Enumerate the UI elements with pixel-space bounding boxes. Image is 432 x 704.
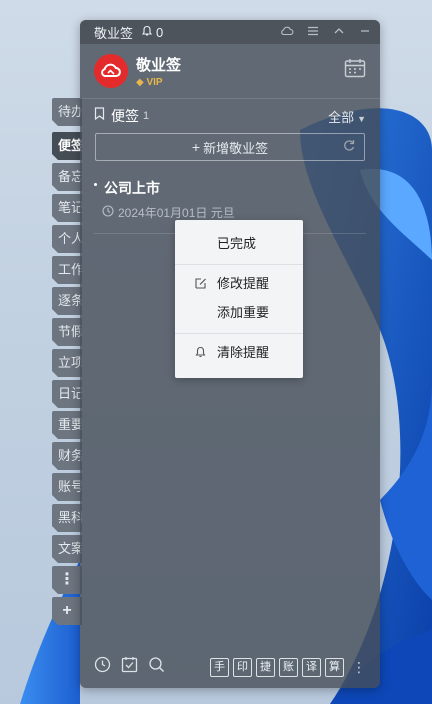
side-tab-12[interactable]: 财务 <box>52 442 82 470</box>
menu-icon[interactable] <box>306 25 320 40</box>
history-clock-icon[interactable] <box>94 656 111 678</box>
side-tab-4[interactable]: 笔记 <box>52 194 82 222</box>
bell-clear-icon <box>194 339 208 369</box>
app-name: 敬业签 <box>136 57 182 74</box>
shortcut-translate[interactable]: 译 <box>302 657 321 677</box>
new-note-button[interactable]: + 新增敬业签 <box>95 133 365 161</box>
side-tab-14[interactable]: 黑科 <box>52 504 82 532</box>
more-tabs-button[interactable]: ⋮ <box>52 566 82 594</box>
plus-icon: + <box>191 139 201 155</box>
add-tab-button[interactable]: + <box>52 597 82 625</box>
side-tab-2[interactable]: 便签 <box>52 132 82 160</box>
menu-separator <box>175 264 303 265</box>
cloud-logo-icon <box>101 63 121 77</box>
app-logo <box>94 54 128 88</box>
more-options-icon[interactable]: ⋮ <box>352 659 366 676</box>
side-tab-15[interactable]: 文案 <box>52 535 82 563</box>
edit-icon <box>194 270 208 300</box>
shortcut-calculator[interactable]: 算 <box>325 657 344 677</box>
calendar-button[interactable] <box>344 58 366 83</box>
side-tab-11[interactable]: 重要 <box>52 411 82 439</box>
completed-checklist-icon[interactable] <box>121 656 138 678</box>
bottom-toolbar: 手 印 捷 账 译 算 ⋮ <box>80 654 380 680</box>
refresh-icon[interactable] <box>342 138 356 155</box>
menu-separator <box>175 333 303 334</box>
menu-item-mark-important[interactable]: 添加重要 <box>175 299 303 327</box>
side-tab-7[interactable]: 逐条 <box>52 287 82 315</box>
cloud-sync-icon[interactable] <box>280 25 294 40</box>
context-menu: 已完成 修改提醒 添加重要 清除提醒 <box>175 220 303 378</box>
new-note-label: 新增敬业签 <box>203 140 269 156</box>
shortcut-print[interactable]: 印 <box>233 657 252 677</box>
search-icon[interactable] <box>148 656 165 678</box>
minimize-icon[interactable] <box>358 25 372 40</box>
side-tab-13[interactable]: 账号 <box>52 473 82 501</box>
note-reminder-date: 2024年01月01日 元旦 <box>118 206 235 220</box>
filter-dropdown[interactable]: 全部 ▼ <box>328 107 366 126</box>
clock-icon <box>102 205 114 220</box>
menu-item-edit-reminder[interactable]: 修改提醒 <box>175 270 303 298</box>
note-bullet <box>94 182 97 186</box>
side-tab-6[interactable]: 工作 <box>52 256 82 284</box>
side-tab-5[interactable]: 个人 <box>52 225 82 253</box>
diamond-icon: ◆ <box>136 77 144 88</box>
collapse-icon[interactable] <box>332 25 346 40</box>
side-tab-9[interactable]: 立项 <box>52 349 82 377</box>
side-tab-10[interactable]: 日记 <box>52 380 82 408</box>
section-title: 便签 <box>111 108 139 124</box>
calendar-icon <box>344 59 366 78</box>
bookmark-icon <box>94 107 105 125</box>
caret-down-icon: ▼ <box>357 113 366 124</box>
section-header: 便签 1 全部 ▼ <box>80 99 380 133</box>
side-tab-3[interactable]: 备忘 <box>52 163 82 191</box>
app-header: 敬业签 ◆ VIP <box>80 44 380 98</box>
title-bar: 敬业签 0 <box>80 20 380 44</box>
shortcut-handwrite[interactable]: 手 <box>210 657 229 677</box>
menu-item-complete[interactable]: 已完成 <box>175 230 303 258</box>
side-tab-1[interactable]: 待办 <box>52 98 82 126</box>
note-item[interactable]: 公司上市 2024年01月01日 元旦 <box>94 178 366 221</box>
vip-badge[interactable]: ◆ VIP <box>136 77 181 88</box>
shortcut-account[interactable]: 账 <box>279 657 298 677</box>
window-title: 敬业签 <box>94 25 134 41</box>
filter-label: 全部 <box>328 109 355 125</box>
note-title: 公司上市 <box>104 180 160 196</box>
side-tab-8[interactable]: 节假 <box>52 318 82 346</box>
menu-item-clear-reminder[interactable]: 清除提醒 <box>175 339 303 367</box>
shortcut-quick[interactable]: 捷 <box>256 657 275 677</box>
bell-icon[interactable] <box>141 25 153 40</box>
notification-count: 0 <box>156 24 164 40</box>
section-count: 1 <box>143 110 150 122</box>
